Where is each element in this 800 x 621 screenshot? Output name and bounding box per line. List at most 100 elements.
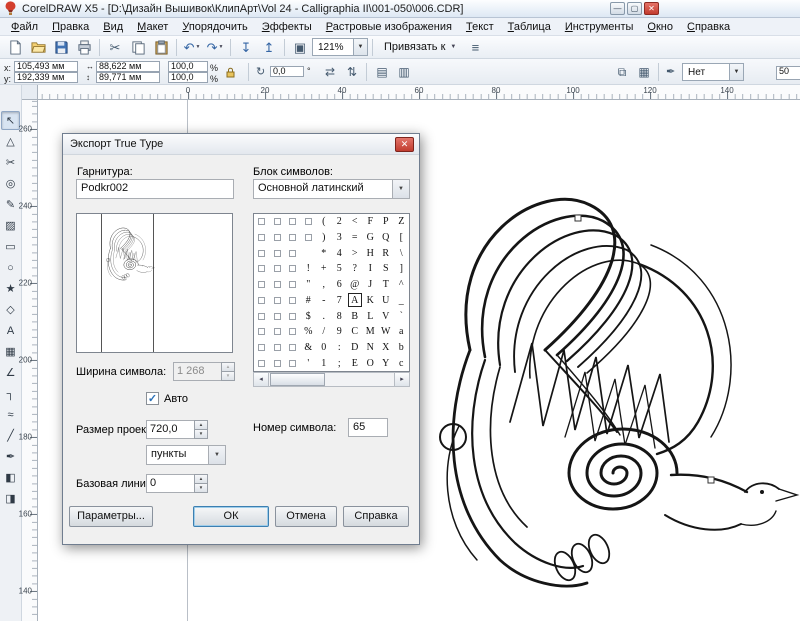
glyph-cell-7-7[interactable]: M xyxy=(363,324,379,340)
snap-to-dropdown[interactable]: Привязать к▼ xyxy=(377,41,463,53)
chevron-down-icon[interactable]: ▼ xyxy=(195,44,200,50)
glyph-cell-2-8[interactable]: R xyxy=(378,245,394,261)
glyph-cell-5-5[interactable]: 7 xyxy=(332,292,348,308)
auto-checkbox-label[interactable]: Авто xyxy=(164,393,188,405)
glyph-cell-2-4[interactable]: * xyxy=(316,245,332,261)
auto-checkbox[interactable]: ✓ xyxy=(146,392,159,405)
glyph-cell-3-6[interactable]: ? xyxy=(347,261,363,277)
grid-scrollbar[interactable]: ◂ ▸ xyxy=(253,372,410,387)
propbar-icon-button-4[interactable]: ▦ xyxy=(634,62,654,82)
glyph-cell-0-9[interactable]: Z xyxy=(394,214,410,230)
baseline-value[interactable]: 0 xyxy=(146,474,194,493)
chevron-down-icon[interactable]: ▼ xyxy=(208,446,225,464)
glyph-cell-6-8[interactable]: V xyxy=(378,308,394,324)
glyph-cell-2-3[interactable] xyxy=(301,245,317,261)
glyph-cell-3-9[interactable]: ] xyxy=(394,261,410,277)
glyph-cell-6-4[interactable]: . xyxy=(316,308,332,324)
glyph-cell-2-0[interactable] xyxy=(254,245,270,261)
glyph-cell-6-2[interactable] xyxy=(285,308,301,324)
glyph-cell-7-8[interactable]: W xyxy=(378,324,394,340)
chevron-down-icon[interactable]: ▼ xyxy=(353,39,367,55)
glyph-cell-0-1[interactable] xyxy=(270,214,286,230)
text-tool[interactable]: А xyxy=(1,321,20,340)
glyph-cell-5-2[interactable] xyxy=(285,292,301,308)
glyph-cell-2-1[interactable] xyxy=(270,245,286,261)
propbar-icon-button-2[interactable]: ▥ xyxy=(394,62,414,82)
glyph-cell-8-9[interactable]: b xyxy=(394,340,410,356)
glyph-cell-9-0[interactable] xyxy=(254,355,270,371)
propbar-icon-button-1[interactable]: ▤ xyxy=(372,62,392,82)
object-width-field[interactable]: 88,622 мм xyxy=(96,61,160,72)
close-button[interactable]: ✕ xyxy=(644,2,659,15)
outline-pen-tool[interactable]: ✒ xyxy=(1,447,20,466)
glyph-cell-1-8[interactable]: Q xyxy=(378,230,394,246)
glyph-cell-1-2[interactable] xyxy=(285,230,301,246)
glyph-cell-7-9[interactable]: a xyxy=(394,324,410,340)
glyph-cell-9-9[interactable]: c xyxy=(394,355,410,371)
glyph-cell-3-1[interactable] xyxy=(270,261,286,277)
scale-vertical-field[interactable]: 100,0 xyxy=(168,72,208,83)
menu-item-8[interactable]: Таблица xyxy=(501,19,558,35)
lock-ratio-button[interactable] xyxy=(222,62,239,82)
menu-item-6[interactable]: Растровые изображения xyxy=(319,19,459,35)
rectangle-tool[interactable]: ▭ xyxy=(1,237,20,256)
basic-shapes-tool[interactable]: ◇ xyxy=(1,300,20,319)
smart-fill-tool[interactable]: ▨ xyxy=(1,216,20,235)
glyph-cell-0-3[interactable] xyxy=(301,214,317,230)
cut-button[interactable]: ✂ xyxy=(104,37,126,58)
propbar-partial-field[interactable]: 50 xyxy=(776,66,800,80)
cancel-button[interactable]: Отмена xyxy=(275,506,337,527)
maximize-button[interactable]: ▢ xyxy=(627,2,642,15)
export-button[interactable]: ↥ xyxy=(258,37,280,58)
glyph-cell-9-8[interactable]: Y xyxy=(378,355,394,371)
glyph-cell-3-0[interactable] xyxy=(254,261,270,277)
menu-item-7[interactable]: Текст xyxy=(459,19,501,35)
position-y-field[interactable]: 192,339 мм xyxy=(14,72,78,83)
object-height-field[interactable]: 89,771 мм xyxy=(96,72,160,83)
vertical-ruler[interactable]: 260240220200180160140 xyxy=(22,100,38,621)
chevron-down-icon[interactable]: ▼ xyxy=(392,180,409,198)
chevron-down-icon[interactable]: ▼ xyxy=(729,64,743,80)
glyph-cell-2-6[interactable]: > xyxy=(347,245,363,261)
glyph-cell-6-6[interactable]: B xyxy=(347,308,363,324)
glyph-cell-9-5[interactable]: ; xyxy=(332,355,348,371)
open-button[interactable] xyxy=(27,37,49,58)
glyph-cell-2-2[interactable] xyxy=(285,245,301,261)
glyph-cell-8-1[interactable] xyxy=(270,340,286,356)
glyph-cell-9-1[interactable] xyxy=(270,355,286,371)
ellipse-tool[interactable]: ○ xyxy=(1,258,20,277)
table-tool[interactable]: ▦ xyxy=(1,342,20,361)
glyph-cell-8-5[interactable]: : xyxy=(332,340,348,356)
options-dialog-button[interactable]: Параметры... xyxy=(69,506,153,527)
glyph-cell-4-2[interactable] xyxy=(285,277,301,293)
fill-tool[interactable]: ◧ xyxy=(1,468,20,487)
glyph-cell-3-2[interactable] xyxy=(285,261,301,277)
menu-item-2[interactable]: Вид xyxy=(96,19,130,35)
baseline-spinner[interactable]: 0 ▲ ▼ xyxy=(146,474,208,493)
design-size-value[interactable]: 720,0 xyxy=(146,420,194,439)
glyph-cell-1-4[interactable]: ) xyxy=(316,230,332,246)
glyph-cell-4-7[interactable]: J xyxy=(363,277,379,293)
glyph-cell-8-3[interactable]: & xyxy=(301,340,317,356)
paste-button[interactable] xyxy=(150,37,172,58)
glyph-cell-6-1[interactable] xyxy=(270,308,286,324)
menu-item-1[interactable]: Правка xyxy=(45,19,96,35)
glyph-cell-5-7[interactable]: K xyxy=(363,292,379,308)
char-number-field[interactable]: 65 xyxy=(348,418,388,437)
glyph-cell-3-3[interactable]: ! xyxy=(301,261,317,277)
glyph-cell-4-4[interactable]: , xyxy=(316,277,332,293)
glyph-cell-7-3[interactable]: % xyxy=(301,324,317,340)
application-launcher-button[interactable]: ▣ xyxy=(289,37,311,58)
dialog-close-icon[interactable]: ✕ xyxy=(395,137,414,152)
freehand-tool[interactable]: ✎ xyxy=(1,195,20,214)
pick-tool[interactable]: ↖ xyxy=(1,111,20,130)
glyph-cell-7-1[interactable] xyxy=(270,324,286,340)
ruler-origin-corner[interactable] xyxy=(22,85,38,100)
glyph-cell-1-5[interactable]: 3 xyxy=(332,230,348,246)
glyph-cell-8-4[interactable]: 0 xyxy=(316,340,332,356)
new-document-button[interactable] xyxy=(4,37,26,58)
scroll-right-icon[interactable]: ▸ xyxy=(394,373,409,386)
glyph-cell-9-6[interactable]: E xyxy=(347,355,363,371)
glyph-cell-9-3[interactable]: ' xyxy=(301,355,317,371)
glyph-cell-8-2[interactable] xyxy=(285,340,301,356)
